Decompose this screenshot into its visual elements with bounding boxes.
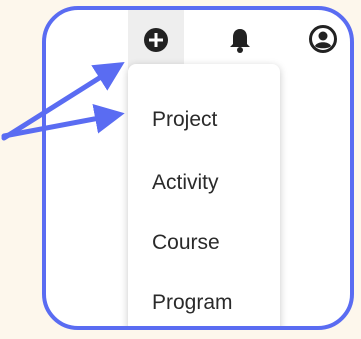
create-dropdown-menu: Project Activity Course Program: [128, 64, 280, 326]
callout-frame: Project Activity Course Program: [42, 6, 354, 330]
account-circle-icon[interactable]: [308, 24, 337, 53]
top-toolbar: [46, 10, 350, 70]
bell-icon[interactable]: [226, 26, 254, 54]
menu-item-program[interactable]: Program: [152, 291, 233, 315]
menu-item-project[interactable]: Project: [152, 108, 217, 132]
menu-item-activity[interactable]: Activity: [152, 171, 219, 195]
menu-item-course[interactable]: Course: [152, 231, 220, 255]
plus-circle-icon[interactable]: [142, 26, 170, 54]
